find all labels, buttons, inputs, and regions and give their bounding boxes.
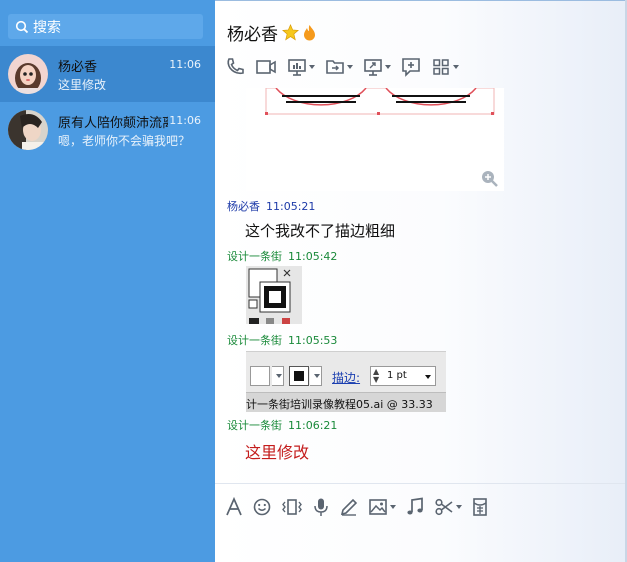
message-sender: 设计一条街 11:05:42 bbox=[227, 248, 337, 264]
monitor-icon bbox=[364, 59, 382, 76]
contact-last-message: 这里修改 bbox=[58, 78, 107, 92]
input-toolbar bbox=[225, 496, 498, 518]
sender-name: 设计一条街 bbox=[227, 334, 282, 347]
image-icon bbox=[369, 499, 387, 515]
flame-icon bbox=[303, 24, 316, 41]
chat-plus-icon bbox=[402, 58, 420, 77]
pencil-icon bbox=[340, 498, 358, 516]
chat-title: 杨必香 bbox=[227, 20, 316, 45]
scissors-icon bbox=[435, 498, 453, 516]
emoji-button[interactable] bbox=[252, 496, 272, 518]
shake-button[interactable] bbox=[281, 496, 303, 518]
search-icon bbox=[14, 19, 30, 35]
contact-item[interactable]: 原有人陪你颠沛流离 嗯，老师你不会骗我吧？ 11:06 bbox=[0, 102, 215, 158]
screenshot-button[interactable] bbox=[434, 496, 462, 518]
message-history[interactable]: 杨必香 11:05:21 这个我改不了描边粗细 设计一条街 11:05:42 设计一… bbox=[215, 88, 627, 483]
grid-icon bbox=[433, 59, 449, 75]
contact-item[interactable]: 杨必香 这里修改 11:06 bbox=[0, 46, 215, 102]
shared-image[interactable]: 描边: ▲ ▼ 1 pt 计一条街培训录像教程05.ai @ 33.33 bbox=[246, 351, 446, 412]
sender-name: 设计一条街 bbox=[227, 250, 282, 263]
message-sender: 杨必香 11:05:21 bbox=[227, 198, 315, 214]
contact-name: 杨必香 bbox=[58, 60, 98, 75]
smiley-icon bbox=[253, 498, 271, 516]
vibrate-icon bbox=[282, 499, 302, 515]
music-button[interactable] bbox=[405, 496, 425, 518]
zoom-icon[interactable] bbox=[482, 171, 498, 187]
video-camera-icon bbox=[256, 60, 276, 74]
chevron-down-icon bbox=[276, 374, 282, 378]
stepper-icon: ▲ ▼ bbox=[373, 367, 380, 384]
chevron-down-icon bbox=[425, 375, 431, 379]
chevron-down-icon bbox=[453, 65, 459, 69]
remote-demo-button[interactable] bbox=[287, 56, 315, 78]
send-file-button[interactable] bbox=[325, 56, 353, 78]
contact-time: 11:06 bbox=[169, 58, 201, 71]
chevron-down-icon bbox=[385, 65, 391, 69]
red-packet-icon bbox=[473, 498, 487, 516]
shared-image[interactable] bbox=[246, 88, 504, 191]
message-time: 11:05:21 bbox=[266, 200, 316, 213]
search-placeholder: 搜索 bbox=[33, 19, 61, 36]
avatar bbox=[8, 110, 48, 150]
input-divider bbox=[215, 483, 625, 484]
font-icon bbox=[226, 497, 242, 516]
music-note-icon bbox=[407, 497, 423, 515]
microphone-icon bbox=[314, 498, 328, 516]
more-apps-button[interactable] bbox=[431, 56, 459, 78]
voice-message-button[interactable] bbox=[312, 496, 330, 518]
chat-toolbar bbox=[225, 56, 469, 78]
avatar bbox=[8, 54, 48, 94]
stroke-label: 描边: bbox=[332, 371, 361, 385]
chevron-down-icon bbox=[347, 65, 353, 69]
message-sender: 设计一条街 11:05:53 bbox=[227, 332, 337, 348]
chevron-down-icon bbox=[309, 65, 315, 69]
message-sender: 设计一条街 11:06:21 bbox=[227, 417, 337, 433]
file-title: 计一条街培训录像教程05.ai @ 33.33 bbox=[246, 398, 433, 411]
search-input[interactable]: 搜索 bbox=[8, 14, 203, 39]
voice-call-button[interactable] bbox=[225, 56, 245, 78]
chevron-down-icon bbox=[390, 505, 396, 509]
contact-last-message: 嗯，老师你不会骗我吧？ bbox=[58, 134, 191, 148]
font-button[interactable] bbox=[225, 496, 243, 518]
top-divider bbox=[215, 0, 627, 1]
red-packet-button[interactable] bbox=[471, 496, 489, 518]
message-time: 11:06:21 bbox=[288, 419, 338, 432]
presentation-icon bbox=[288, 59, 306, 76]
chat-title-text: 杨必香 bbox=[227, 25, 278, 45]
screen-share-button[interactable] bbox=[363, 56, 391, 78]
start-discussion-button[interactable] bbox=[401, 56, 421, 78]
sender-name: 设计一条街 bbox=[227, 419, 282, 432]
video-call-button[interactable] bbox=[255, 56, 277, 78]
chevron-down-icon bbox=[456, 505, 462, 509]
star-icon bbox=[282, 24, 299, 41]
contact-time: 11:06 bbox=[169, 114, 201, 127]
message-text: 这个我改不了描边粗细 bbox=[245, 222, 396, 240]
doodle-button[interactable] bbox=[339, 496, 359, 518]
send-image-button[interactable] bbox=[368, 496, 396, 518]
folder-arrow-icon bbox=[326, 60, 344, 74]
phone-icon bbox=[227, 58, 244, 75]
contact-sidebar: 搜索 杨必香 这里修改 11:06 原有人陪你颠沛流离 嗯，老师你不会骗我吧？ … bbox=[0, 0, 215, 562]
message-text: 这里修改 bbox=[245, 443, 310, 462]
message-time: 11:05:53 bbox=[288, 334, 338, 347]
chat-window: 杨必香 杨必香 11:05:21 这个我改不了描边粗细 设计一条街 11:05:… bbox=[215, 0, 627, 562]
message-time: 11:05:42 bbox=[288, 250, 338, 263]
contact-name: 原有人陪你颠沛流离 bbox=[58, 116, 168, 131]
sender-name: 杨必香 bbox=[227, 200, 260, 213]
shared-image[interactable] bbox=[246, 266, 302, 324]
chevron-down-icon bbox=[314, 374, 320, 378]
stroke-value: 1 pt bbox=[387, 370, 407, 381]
